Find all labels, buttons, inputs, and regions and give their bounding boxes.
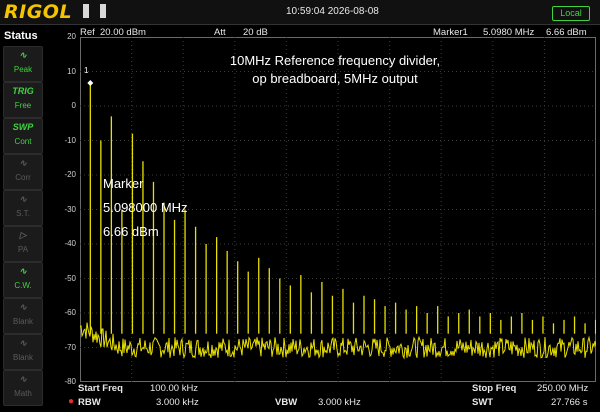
status-button-label: Blank (12, 317, 33, 326)
status-button-5[interactable]: ▷ PA (3, 226, 43, 262)
status-button-label: PA (17, 245, 29, 254)
rigol-logo: RIGOL (4, 1, 73, 23)
annotation-line-1: 10MHz Reference frequency divider, (229, 53, 441, 68)
y-tick-label: -70 (64, 342, 76, 352)
status-button-label: Math (14, 389, 32, 398)
y-tick-label: -50 (64, 273, 76, 283)
y-tick-label: -10 (64, 135, 76, 145)
y-tick-label: -30 (64, 204, 76, 214)
start-freq-label[interactable]: Start Freq (78, 383, 123, 394)
blank2-icon: ∿ (19, 338, 27, 348)
status-button-label: Blank (12, 353, 33, 362)
stop-freq-label[interactable]: Stop Freq (472, 383, 516, 394)
marker-readout-level: 6.66 dBm (103, 224, 159, 239)
vbw-value[interactable]: 3.000 kHz (318, 397, 361, 408)
status-button-3[interactable]: ∿ Corr (3, 154, 43, 190)
vbw-label[interactable]: VBW (275, 397, 297, 408)
status-button-4[interactable]: ∿ S.T. (3, 190, 43, 226)
marker-diamond-icon (87, 80, 94, 87)
rbw-label[interactable]: RBW (78, 397, 101, 408)
marker-readout-title: Marker (103, 176, 144, 191)
corr-icon: ∿ (19, 158, 27, 168)
y-tick-label: -40 (64, 239, 76, 248)
status-button-8[interactable]: ∿ Blank (3, 334, 43, 370)
status-button-0[interactable]: ∿ Peak (3, 46, 43, 82)
timestamp: 10:59:04 2026-08-08 (286, 6, 379, 17)
noise-floor-trace (80, 322, 596, 360)
status-button-label: S.T. (16, 209, 30, 218)
plot-annotation: 10MHz Reference frequency divider, op br… (205, 52, 465, 88)
swt-label[interactable]: SWT (472, 397, 493, 408)
status-button-6[interactable]: ∿ C.W. (3, 262, 43, 298)
math-icon: ∿ (19, 374, 27, 384)
annotation-line-2: op breadboard, 5MHz output (252, 71, 418, 86)
y-tick-label: 20 (67, 32, 76, 41)
y-tick-label: -80 (64, 377, 76, 386)
y-tick-label: 0 (71, 101, 76, 110)
st-icon: ∿ (19, 194, 27, 204)
cw-icon: ∿ (19, 266, 27, 276)
indicator-bar-icon (83, 4, 89, 18)
status-button-2[interactable]: SWP Cont (3, 118, 43, 154)
swp-icon: SWP (12, 122, 34, 132)
indicator-bar-icon (100, 4, 106, 18)
stop-freq-value[interactable]: 250.00 MHz (537, 383, 588, 394)
pa-icon: ▷ (19, 230, 27, 240)
blank-icon: ∿ (19, 302, 27, 312)
local-badge[interactable]: Local (552, 6, 590, 21)
start-freq-value[interactable]: 100.00 kHz (150, 383, 198, 394)
y-tick-label: -60 (64, 308, 76, 317)
peak-icon: ∿ (19, 50, 27, 60)
status-button-label: Peak (13, 65, 33, 74)
status-button-label: C.W. (14, 281, 32, 290)
marker-readout-freq: 5.098000 MHz (103, 200, 188, 215)
rbw-value[interactable]: 3.000 kHz (156, 397, 199, 408)
status-panel-title: Status (4, 30, 38, 42)
rbw-indicator-dot-icon: ● (68, 396, 75, 407)
status-button-label: Free (14, 101, 32, 110)
status-button-7[interactable]: ∿ Blank (3, 298, 43, 334)
marker-flag: 1 (84, 66, 89, 75)
y-tick-label: -20 (64, 170, 76, 179)
marker-readout: Marker 5.098000 MHz 6.66 dBm (103, 172, 188, 244)
status-button-label: Corr (15, 173, 31, 182)
trig-icon: TRIG (12, 86, 34, 96)
status-button-label: Cont (14, 137, 32, 146)
status-button-1[interactable]: TRIG Free (3, 82, 43, 118)
status-button-9[interactable]: ∿ Math (3, 370, 43, 406)
y-tick-label: 10 (67, 66, 76, 76)
swt-value[interactable]: 27.766 s (551, 397, 587, 408)
